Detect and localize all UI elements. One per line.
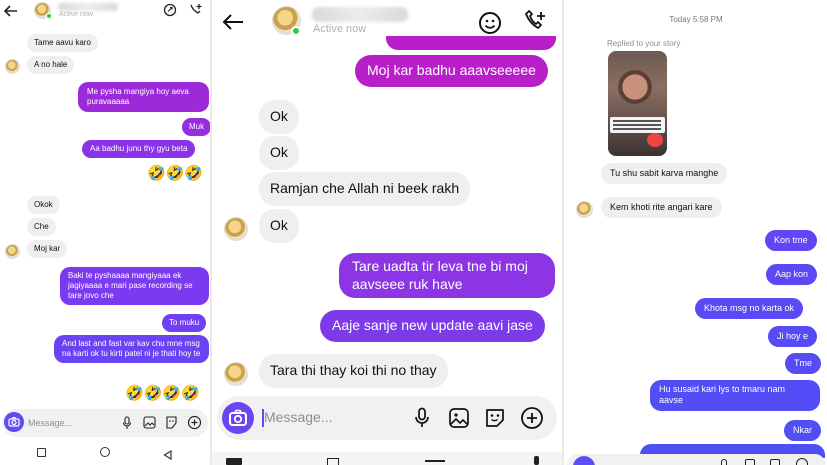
camera-icon[interactable] [4, 412, 24, 432]
story-sticker [647, 133, 663, 147]
contact-avatar [576, 201, 593, 218]
message-outgoing[interactable]: Me pysha mangiya hoy aeva puravaaaaa [78, 82, 209, 112]
message-outgoing-cutoff [386, 36, 556, 50]
message-incoming[interactable]: Tara thi thay koi thi no thay [259, 354, 448, 388]
message-outgoing[interactable]: And last and fast var kav chu mne msg na… [54, 335, 209, 363]
message-outgoing[interactable]: Tare uadta tir leva tne bi moj aavseee r… [339, 253, 555, 298]
gallery-icon[interactable] [745, 459, 755, 465]
message-outgoing[interactable]: Aap kon [766, 264, 818, 286]
message-incoming[interactable]: Che [27, 218, 56, 236]
home-icon[interactable] [100, 447, 110, 457]
chat-screenshot-3: Today 5:58 PM Replied to your story Tu s… [565, 0, 827, 465]
keyboard-key [534, 456, 539, 465]
gallery-icon[interactable] [448, 407, 470, 434]
online-indicator [291, 26, 301, 36]
message-outgoing[interactable]: Aa badhu junu thy gyu beta [82, 140, 196, 158]
sticker-icon[interactable] [770, 459, 780, 465]
online-indicator [46, 13, 52, 19]
message-outgoing[interactable]: Khota msg no karta ok [695, 298, 804, 320]
message-outgoing[interactable]: Baki te pyshaaaa mangiyaaa ek jagiyaaaa … [60, 267, 209, 305]
sticker-icon[interactable] [163, 3, 177, 17]
chat-screenshot-1: Active now Tame aavu karo A no hale Me p… [0, 0, 210, 465]
message-incoming[interactable]: Tame aavu karo [27, 34, 98, 52]
story-face [618, 65, 652, 109]
active-status: Active now [59, 11, 93, 18]
message-incoming[interactable]: Ramjan che Allah ni beek rakh [259, 172, 471, 206]
message-input[interactable]: Message... [28, 418, 72, 428]
sticker-icon[interactable] [165, 416, 178, 434]
message-incoming[interactable]: Ok [259, 100, 299, 134]
add-icon[interactable] [796, 458, 808, 465]
message-input[interactable]: Message... [264, 409, 332, 425]
composer-bar[interactable] [567, 454, 825, 465]
contact-name-redacted [58, 3, 118, 11]
active-status: Active now [313, 23, 367, 35]
chat-screenshot-2: Active now Moj kar badhu aaavseeeee Ok O… [212, 0, 562, 465]
message-incoming[interactable]: Tu shu sabit karva manghe [601, 163, 728, 185]
message-outgoing[interactable]: Kon tme [765, 230, 817, 252]
keyboard-key [327, 458, 339, 465]
nav-back-icon[interactable] [163, 447, 172, 465]
story-reply-label: Replied to your story [607, 39, 681, 48]
emoji-reaction[interactable]: 🤣🤣🤣 [147, 164, 203, 182]
message-outgoing[interactable]: Tme [785, 353, 821, 375]
message-outgoing[interactable]: Ji hoy e [768, 326, 818, 348]
contact-avatar [5, 59, 20, 74]
message-incoming[interactable]: Kem khoti rite angari kare [601, 197, 722, 219]
message-incoming[interactable]: Ok [259, 136, 299, 170]
contact-name-redacted [312, 7, 408, 22]
message-incoming[interactable]: Moj kar [27, 240, 68, 258]
mic-icon[interactable] [414, 407, 430, 434]
divider [562, 0, 564, 465]
contact-avatar [224, 362, 248, 386]
video-call-icon[interactable] [522, 10, 548, 39]
add-icon[interactable] [187, 415, 202, 435]
story-thumbnail[interactable] [608, 51, 667, 156]
message-incoming[interactable]: Okok [27, 196, 60, 214]
message-outgoing[interactable]: Muk [182, 118, 210, 136]
message-incoming[interactable]: Ok [259, 209, 299, 243]
contact-avatar [224, 217, 248, 241]
contact-avatar [5, 244, 20, 259]
recents-icon[interactable] [37, 448, 46, 457]
video-call-icon[interactable] [188, 3, 203, 17]
message-outgoing[interactable]: Aaje sanje new update aavi jase [320, 310, 545, 342]
gallery-icon[interactable] [143, 416, 156, 434]
timestamp: Today 5:58 PM [669, 15, 723, 24]
emoji-reaction[interactable]: 🤣🤣🤣🤣 [125, 384, 200, 402]
keyboard-key [425, 460, 445, 465]
camera-icon[interactable] [222, 402, 254, 434]
message-outgoing[interactable]: Moj kar badhu aaavseeeee [355, 55, 548, 87]
sticker-icon[interactable] [484, 407, 506, 434]
back-arrow-icon[interactable] [222, 13, 244, 36]
keyboard-row-cutoff [212, 452, 562, 465]
message-incoming[interactable]: A no hale [27, 56, 75, 74]
story-caption-lines [613, 120, 661, 122]
message-outgoing[interactable]: Hu susaid kari lys to tmaru nam aavse [650, 380, 820, 411]
back-arrow-icon[interactable] [3, 4, 18, 22]
keyboard-key [226, 458, 242, 465]
message-outgoing[interactable]: To muku [162, 314, 207, 332]
mic-icon[interactable] [721, 459, 727, 465]
message-outgoing[interactable]: Nkar [784, 420, 822, 442]
mic-icon[interactable] [122, 416, 132, 435]
add-icon[interactable] [520, 406, 544, 435]
